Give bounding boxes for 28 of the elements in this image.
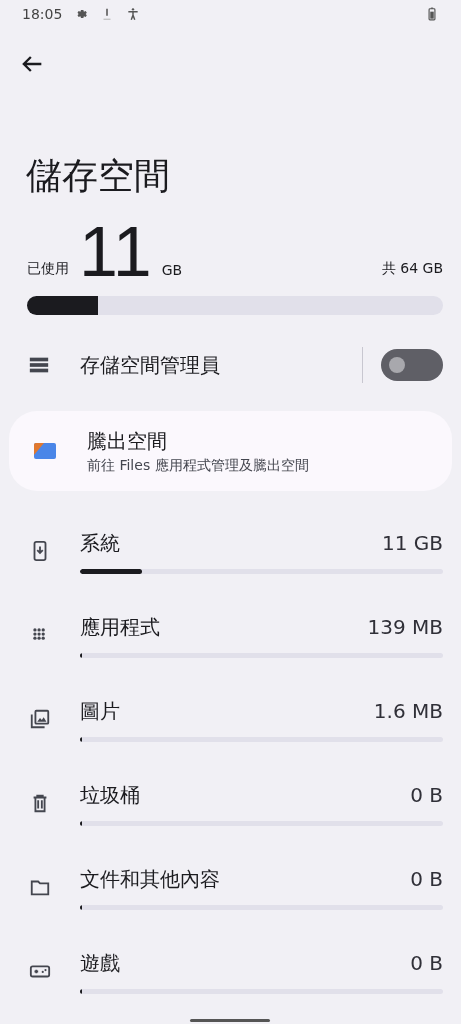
category-name[interactable]: 垃圾桶 [80,780,140,809]
free-up-subtitle: 前往 Files 應用程式管理及騰出空間 [87,456,309,475]
category-size: 0 B [410,949,443,977]
category-size: 0 B [410,865,443,893]
free-up-space-card[interactable]: 騰出空間 前往 Files 應用程式管理及騰出空間 [9,411,452,491]
category-size: 1.6 MB [373,697,443,725]
category-name[interactable]: 系統 [80,528,120,557]
category-size: 0 B [410,781,443,809]
category-size: 139 MB [367,613,443,641]
gesture-handle[interactable] [190,1019,270,1022]
free-up-title: 騰出空間 [87,428,168,455]
category-name[interactable]: 圖片 [80,696,120,725]
used-label: 已使用 [27,260,69,278]
clock: 18:05 [22,6,63,22]
category-size: 11 GB [381,529,443,557]
accessibility-icon [126,7,141,21]
used-amount: 11 [79,220,152,284]
category-name[interactable]: 文件和其他內容 [80,864,220,893]
used-unit: GB [161,262,183,280]
photo-library-icon [29,708,51,730]
battery-icon [425,7,439,21]
storage-manager-label: 存儲空間管理員 [80,351,221,379]
category-name[interactable]: 應用程式 [80,612,160,641]
page-title: 儲存空間 [26,154,171,198]
storage-manager-switch[interactable] [381,349,443,381]
folder-app-icon [33,442,57,460]
total-capacity: 共 64 GB [381,260,443,278]
category-name[interactable]: 遊戲 [80,948,120,977]
